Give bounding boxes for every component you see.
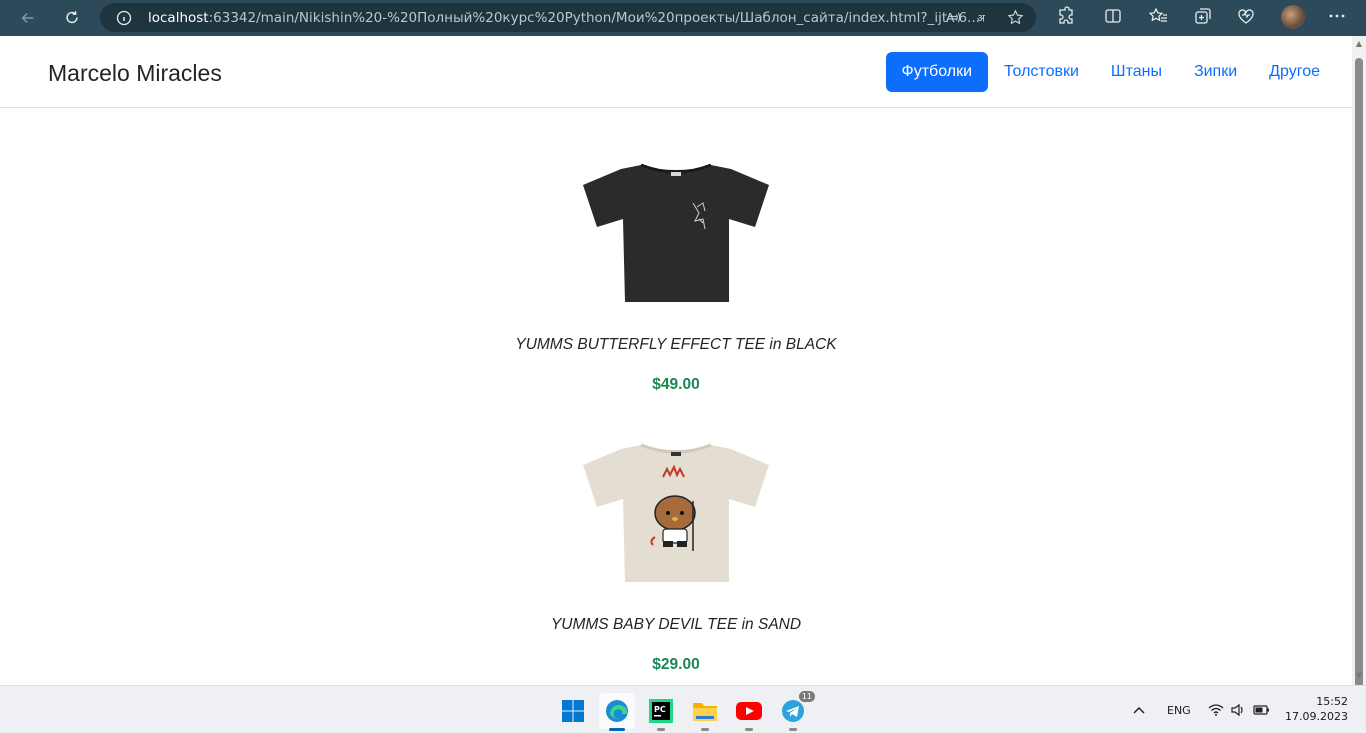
refresh-button[interactable] bbox=[57, 3, 87, 33]
tray-status-group[interactable] bbox=[1208, 686, 1270, 733]
running-indicator bbox=[701, 728, 709, 731]
product-image-black-tee[interactable] bbox=[583, 161, 769, 306]
windows-taskbar: PC 11 ENG 15:52 17.09.2023 bbox=[0, 685, 1366, 733]
pycharm-icon: PC bbox=[649, 699, 673, 723]
nav-other[interactable]: Другое bbox=[1253, 52, 1336, 92]
windows-logo-icon bbox=[562, 700, 584, 722]
start-button[interactable] bbox=[555, 693, 591, 729]
telegram-badge: 11 bbox=[798, 691, 815, 702]
clock-time: 15:52 bbox=[1316, 695, 1348, 708]
product-image-sand-tee[interactable] bbox=[583, 441, 769, 586]
url-host: localhost bbox=[148, 9, 209, 26]
telegram-icon bbox=[782, 700, 804, 722]
language-indicator[interactable]: ENG bbox=[1167, 686, 1191, 733]
svg-text:A: A bbox=[946, 11, 955, 25]
volume-icon bbox=[1231, 703, 1243, 717]
product-name[interactable]: YUMMS BABY DEVIL TEE in SAND bbox=[0, 616, 1352, 634]
nav-tshirts[interactable]: Футболки bbox=[885, 52, 989, 92]
scroll-thumb[interactable] bbox=[1355, 58, 1363, 690]
tray-overflow-button[interactable] bbox=[1132, 686, 1146, 733]
site-brand[interactable]: Marcelo Miracles bbox=[48, 60, 222, 87]
nav-pants[interactable]: Штаны bbox=[1095, 52, 1178, 92]
product-price: $49.00 bbox=[652, 376, 700, 393]
battery-icon bbox=[1253, 705, 1269, 715]
url-path: :63342/main/Nikishin%20-%20Полный%20курс… bbox=[208, 9, 980, 26]
taskbar-youtube[interactable] bbox=[731, 693, 767, 731]
running-indicator bbox=[745, 728, 753, 731]
translate-icon[interactable]: अ bbox=[976, 9, 993, 26]
taskbar-edge[interactable] bbox=[599, 693, 635, 731]
site-nav: Футболки Толстовки Штаны Зипки Другое bbox=[885, 52, 1336, 92]
nav-hoodies[interactable]: Толстовки bbox=[988, 52, 1095, 92]
web-page: Marcelo Miracles Футболки Толстовки Штан… bbox=[0, 36, 1352, 685]
running-indicator bbox=[657, 728, 665, 731]
youtube-icon bbox=[736, 702, 762, 720]
split-screen-icon[interactable] bbox=[1103, 6, 1123, 26]
active-indicator bbox=[609, 728, 625, 731]
clock-date: 17.09.2023 bbox=[1285, 710, 1348, 723]
back-button[interactable] bbox=[13, 3, 43, 33]
browser-essentials-icon[interactable] bbox=[1236, 6, 1256, 26]
address-bar-actions: A अ bbox=[945, 9, 1024, 26]
refresh-icon bbox=[66, 11, 78, 24]
back-arrow-icon bbox=[21, 12, 34, 24]
info-icon[interactable] bbox=[116, 10, 132, 26]
edge-icon bbox=[606, 700, 628, 722]
chevron-up-icon bbox=[1133, 706, 1145, 714]
favorite-star-icon[interactable] bbox=[1007, 9, 1024, 26]
read-aloud-icon[interactable]: A bbox=[945, 9, 962, 26]
taskbar-telegram[interactable]: 11 bbox=[775, 691, 815, 731]
page-scrollbar[interactable]: ▲ ▼ bbox=[1352, 36, 1366, 690]
product-price: $29.00 bbox=[652, 656, 700, 673]
svg-text:अ: अ bbox=[977, 12, 986, 24]
scroll-down-icon[interactable]: ▼ bbox=[1355, 672, 1363, 680]
svg-text:PC: PC bbox=[654, 705, 666, 714]
taskbar-file-explorer[interactable] bbox=[687, 693, 723, 731]
more-menu-icon[interactable] bbox=[1327, 6, 1347, 26]
browser-toolbar: localhost:63342/main/Nikishin%20-%20Полн… bbox=[0, 0, 1366, 36]
system-clock[interactable]: 15:52 17.09.2023 bbox=[1285, 694, 1348, 724]
collections-icon[interactable] bbox=[1193, 6, 1213, 26]
wifi-icon bbox=[1208, 704, 1224, 716]
site-header: Marcelo Miracles Футболки Толстовки Штан… bbox=[0, 36, 1352, 108]
address-bar[interactable]: localhost:63342/main/Nikishin%20-%20Полн… bbox=[100, 3, 1036, 32]
product-name[interactable]: YUMMS BUTTERFLY EFFECT TEE in BLACK bbox=[0, 336, 1352, 354]
nav-zip-hoodies[interactable]: Зипки bbox=[1178, 52, 1253, 92]
scroll-up-icon[interactable]: ▲ bbox=[1355, 40, 1363, 48]
extensions-icon[interactable] bbox=[1056, 6, 1076, 26]
profile-avatar[interactable] bbox=[1281, 5, 1305, 29]
folder-icon bbox=[693, 703, 717, 721]
favorites-icon[interactable] bbox=[1148, 6, 1168, 26]
taskbar-pycharm[interactable]: PC bbox=[643, 693, 679, 731]
running-indicator bbox=[789, 728, 797, 731]
